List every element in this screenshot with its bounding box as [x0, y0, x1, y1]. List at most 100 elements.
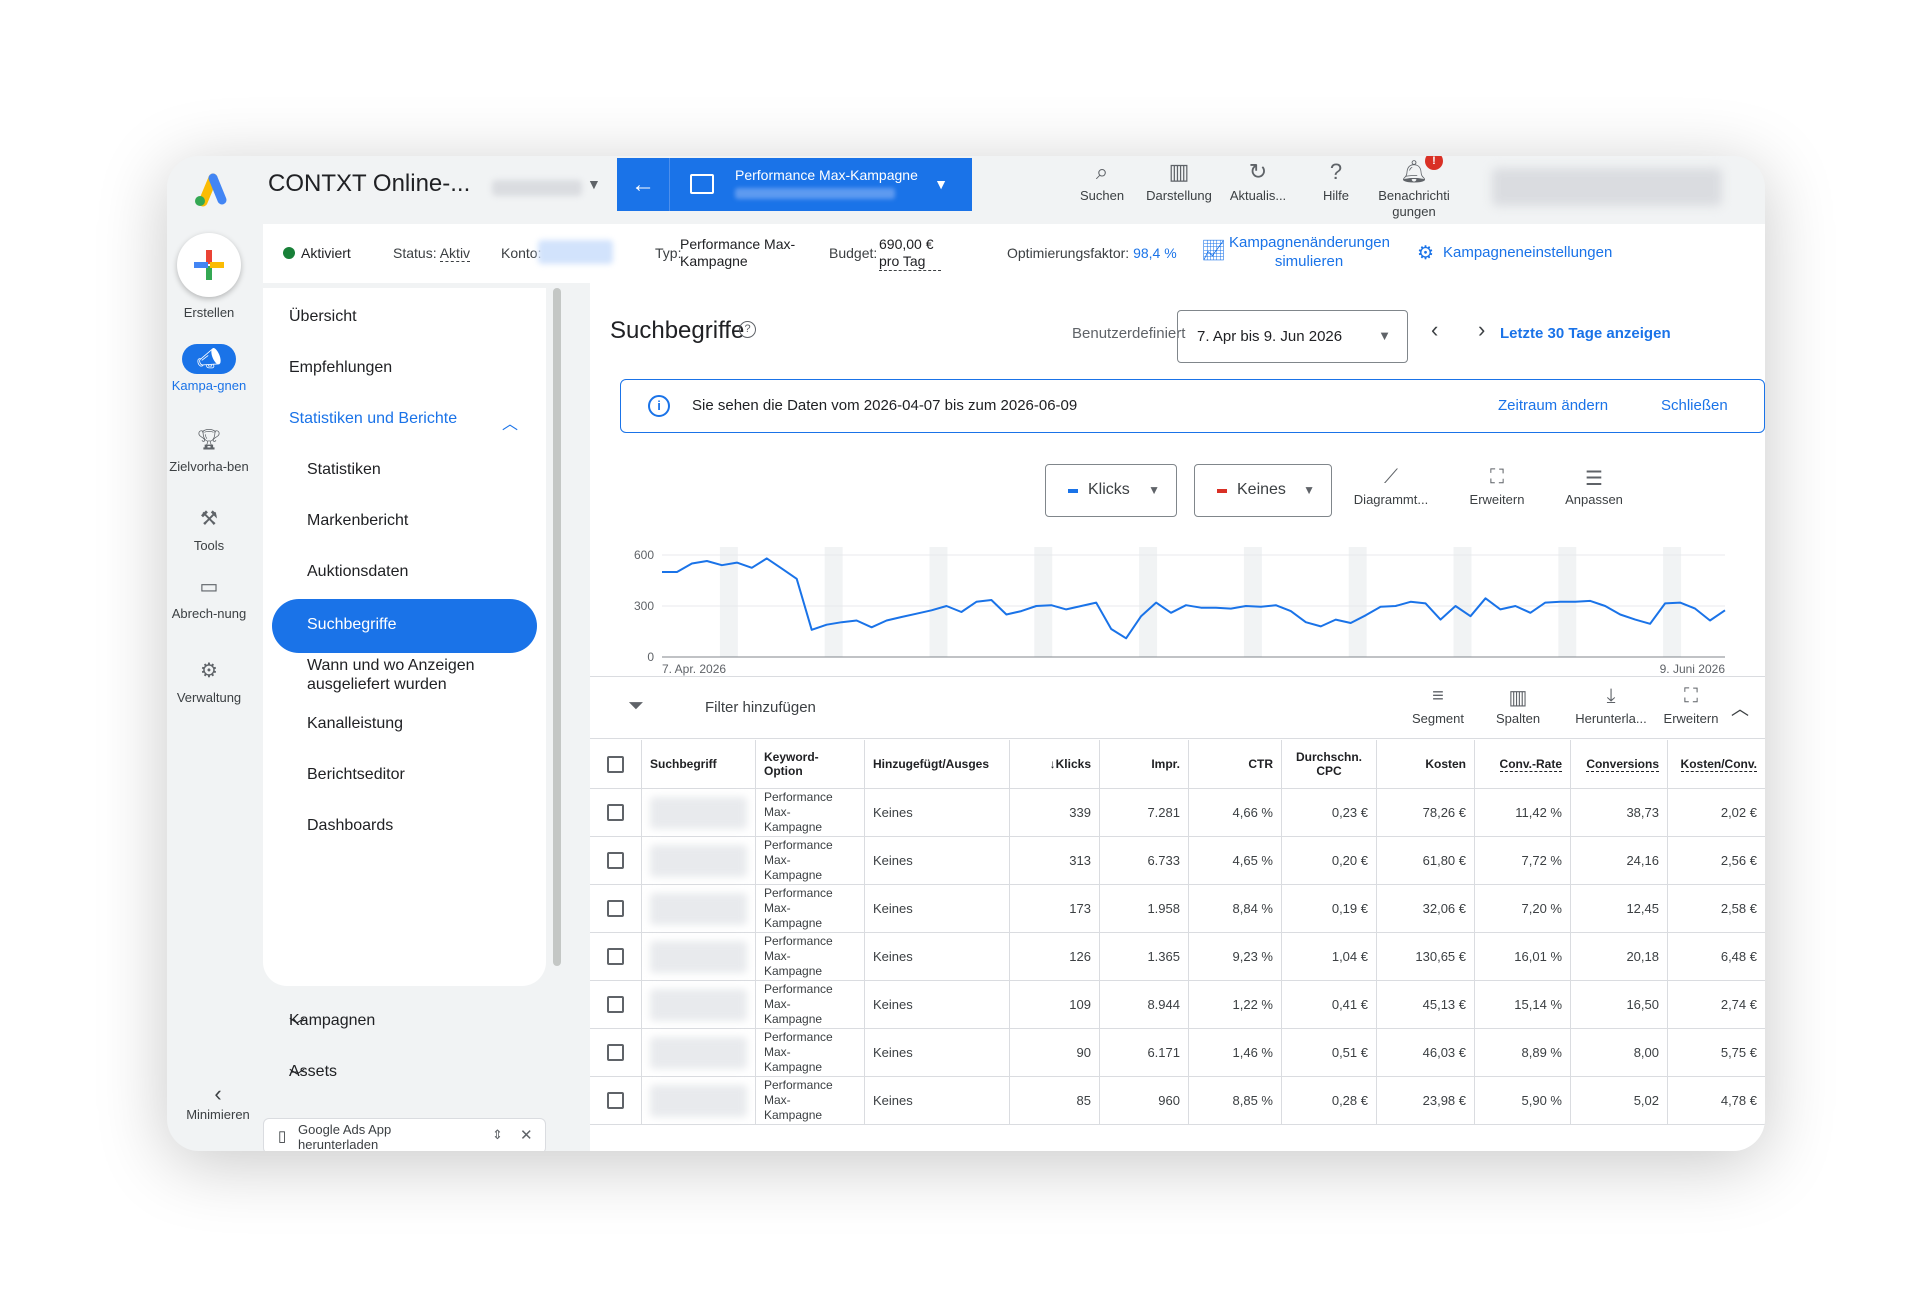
filter-icon[interactable]: ⏷ — [628, 695, 644, 718]
account-title[interactable]: CONTXT Online-... — [268, 170, 470, 198]
cell-value: Keines — [873, 901, 913, 916]
nav-report-editor[interactable]: Berichtseditor — [263, 766, 546, 796]
cell-ctr: 4,65 % — [1189, 837, 1282, 884]
select-all-checkbox[interactable] — [607, 755, 624, 773]
metric-2-select[interactable]: Keines ▼ — [1194, 464, 1332, 517]
nav-overview[interactable]: Übersicht — [263, 308, 546, 338]
rail-admin[interactable]: ⚙ Verwaltung — [167, 656, 255, 705]
cell-cost: 45,13 € — [1377, 981, 1475, 1028]
status-field[interactable]: Status: Aktiv — [393, 245, 471, 262]
row-checkbox[interactable] — [607, 948, 624, 965]
app-download-banner[interactable]: ▯ Google Ads App herunterladen ⇕ ✕ — [263, 1118, 546, 1151]
nav-when-where[interactable]: Wann und wo Anzeigen ausgeliefert wurden — [263, 656, 546, 706]
download-button[interactable]: ⤓ Herunterla... — [1568, 685, 1654, 726]
header-clicks[interactable]: ↓ Klicks — [1010, 740, 1100, 788]
cell-value: 0,19 € — [1331, 901, 1368, 916]
header-impressions[interactable]: Impr. — [1100, 740, 1189, 788]
next-period-button[interactable]: › — [1478, 317, 1485, 343]
cell-value: 109 — [1069, 997, 1091, 1012]
search-term-redacted — [650, 1084, 747, 1117]
cell-clicks: 109 — [1010, 981, 1100, 1028]
cell-value: 45,13 € — [1422, 997, 1466, 1012]
header-avg-cpc[interactable]: Durchschn. CPC — [1282, 740, 1377, 788]
google-ads-logo[interactable] — [189, 168, 231, 210]
refresh-button[interactable]: ↻ Aktualis... — [1213, 156, 1303, 204]
add-filter-button[interactable]: Filter hinzufügen — [705, 699, 816, 716]
row-checkbox[interactable] — [607, 1092, 624, 1109]
nav-brand-report[interactable]: Markenbericht — [263, 512, 546, 542]
header-cost[interactable]: Kosten — [1377, 740, 1475, 788]
columns-button[interactable]: ▥ Spalten — [1475, 685, 1561, 726]
table-expand-button[interactable]: ⛶ Erweitern — [1648, 685, 1734, 726]
cell-impr: 1.958 — [1100, 885, 1189, 932]
account-dropdown-icon[interactable]: ▼ — [587, 176, 601, 192]
row-checkbox[interactable] — [607, 900, 624, 917]
help-button[interactable]: ? Hilfe — [1291, 156, 1381, 204]
nav-search-terms[interactable]: Suchbegriffe — [272, 599, 537, 653]
table-row: Performance Max-Kampagne Keines 85 960 8,85 … — [590, 1077, 1765, 1125]
rail-tools[interactable]: ⚒ Tools — [167, 504, 255, 553]
cell-value: Keines — [873, 1093, 913, 1108]
back-button[interactable]: ← — [617, 158, 670, 211]
nav-assets[interactable]: Assets ﹀ — [263, 1063, 546, 1093]
row-checkbox[interactable] — [607, 804, 624, 821]
rail-billing[interactable]: ▭ Abrech-nung — [167, 572, 255, 621]
row-checkbox[interactable] — [607, 1044, 624, 1061]
chart-adjust-button[interactable]: ☰ Anpassen — [1551, 466, 1637, 507]
expand-icon[interactable]: ⇕ — [492, 1127, 503, 1143]
header-ctr[interactable]: CTR — [1189, 740, 1282, 788]
date-range-select[interactable]: 7. Apr bis 9. Jun 2026 ▼ — [1177, 310, 1408, 363]
row-checkbox[interactable] — [607, 852, 624, 869]
previous-period-button[interactable]: ‹ — [1431, 317, 1438, 343]
nav-scrollbar[interactable] — [553, 288, 561, 966]
create-button[interactable] — [177, 233, 241, 297]
chart-type-button[interactable]: ⟋ Diagrammt... — [1348, 466, 1434, 507]
weekend-band — [1348, 547, 1367, 657]
header-conversions[interactable]: Conversions — [1571, 740, 1668, 788]
segment-button[interactable]: ≡ Segment — [1395, 685, 1481, 726]
rail-goals[interactable]: 🏆︎ Zielvorha-ben — [167, 425, 255, 474]
cell-option: Performance Max-Kampagne — [756, 885, 865, 932]
close-banner-link[interactable]: Schließen — [1661, 397, 1728, 414]
header-search-term[interactable]: Suchbegriff — [642, 740, 756, 788]
nav-recommendations[interactable]: Empfehlungen — [263, 359, 546, 389]
display-button[interactable]: ▥ Darstellung — [1134, 156, 1224, 204]
campaign-settings-link[interactable]: Kampagneneinstellungen — [1443, 244, 1612, 261]
header-conv-rate[interactable]: Conv.-Rate — [1475, 740, 1571, 788]
header-cost-per-conv[interactable]: Kosten/Conv. — [1668, 740, 1765, 788]
nav-channel-performance[interactable]: Kanalleistung — [263, 715, 546, 745]
optimization-field[interactable]: Optimierungsfaktor: 98,4 % — [1007, 245, 1177, 261]
cell-convrate: 11,42 % — [1475, 789, 1571, 836]
help-circle-icon[interactable]: ? — [739, 321, 756, 338]
nav-stats-reports[interactable]: Statistiken und Berichte ︿ — [263, 410, 546, 440]
nav-campaigns[interactable]: Kampagnen ﹀ — [263, 1012, 546, 1042]
last-30-days-link[interactable]: Letzte 30 Tage anzeigen — [1500, 325, 1671, 342]
notifications-button[interactable]: 🔔︎ Benachrichti gungen — [1369, 156, 1459, 220]
chart-type-icon: ⟋ — [1384, 466, 1398, 488]
close-icon[interactable]: ✕ — [520, 1126, 533, 1144]
chart-expand-button[interactable]: ⛶ Erweitern — [1454, 466, 1540, 507]
nav-auction-insights[interactable]: Auktionsdaten — [263, 563, 546, 593]
search-term-redacted — [650, 988, 747, 1021]
minimize-button[interactable]: ‹ Minimieren — [175, 1081, 261, 1122]
campaign-selector[interactable]: Performance Max-Kampagne ▼ — [670, 158, 972, 211]
metric-1-select[interactable]: Klicks ▼ — [1045, 464, 1177, 517]
cell-value: 4,66 % — [1232, 805, 1273, 820]
nav-statistics[interactable]: Statistiken — [263, 461, 546, 491]
simulate-changes-link[interactable]: Kampagnenänderungen simulieren — [1229, 233, 1390, 271]
search-term-redacted — [650, 1036, 747, 1069]
profile-redacted[interactable] — [1492, 168, 1722, 206]
collapse-chevron-icon[interactable]: ︿ — [1731, 695, 1749, 721]
cell-value: Keines — [873, 805, 913, 820]
cell-convrate: 16,01 % — [1475, 933, 1571, 980]
search-term-redacted — [650, 892, 747, 925]
header-added-excluded[interactable]: Hinzugefügt/Ausges — [865, 740, 1010, 788]
row-checkbox[interactable] — [607, 996, 624, 1013]
cell-convrate: 8,89 % — [1475, 1029, 1571, 1076]
change-range-link[interactable]: Zeitraum ändern — [1498, 397, 1608, 414]
nav-dashboards[interactable]: Dashboards — [263, 817, 546, 847]
rail-campaigns[interactable]: 📣︎ Kampa-gnen — [167, 344, 255, 393]
header-keyword-option[interactable]: Keyword-Option — [756, 740, 865, 788]
header-select-all[interactable] — [590, 740, 642, 788]
budget-value[interactable]: 690,00 € pro Tag — [879, 236, 941, 271]
